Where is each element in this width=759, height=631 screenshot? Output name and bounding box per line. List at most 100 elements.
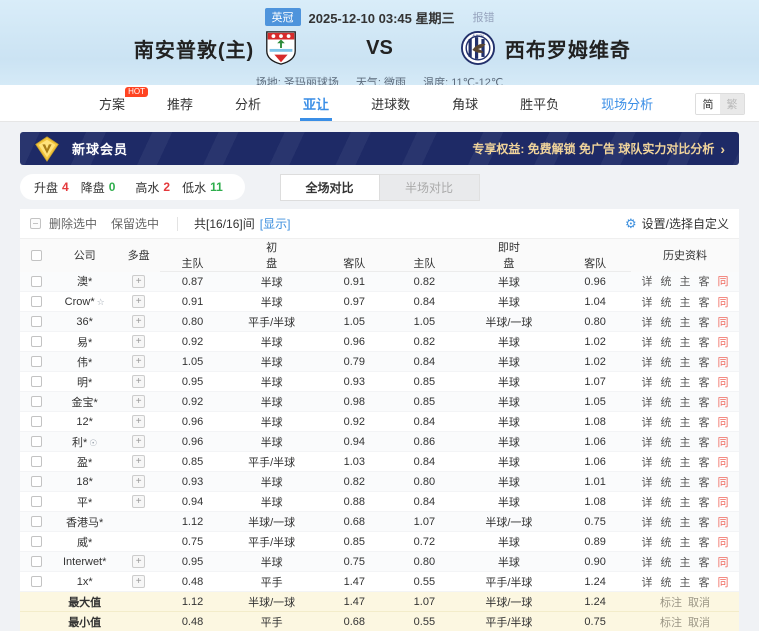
company-name[interactable]: 明* <box>77 377 92 389</box>
history-link-3[interactable]: 客 <box>699 357 710 369</box>
history-link-0[interactable]: 详 <box>642 577 653 589</box>
history-link-4[interactable]: 同 <box>718 577 729 589</box>
history-link-2[interactable]: 主 <box>680 557 691 569</box>
history-link-0[interactable]: 详 <box>642 517 653 529</box>
history-link-4[interactable]: 同 <box>718 437 729 449</box>
row-checkbox[interactable] <box>31 556 42 567</box>
history-link-2[interactable]: 主 <box>680 457 691 469</box>
history-link-3[interactable]: 客 <box>699 557 710 569</box>
history-link-2[interactable]: 主 <box>680 317 691 329</box>
history-link-2[interactable]: 主 <box>680 357 691 369</box>
expand-multi-button[interactable]: + <box>132 355 145 368</box>
report-error-link[interactable]: 报错 <box>472 9 494 25</box>
history-link-2[interactable]: 主 <box>680 517 691 529</box>
history-link-4[interactable]: 同 <box>718 477 729 489</box>
history-link-0[interactable]: 详 <box>642 397 653 409</box>
summary-action-0[interactable]: 标注 <box>660 597 682 609</box>
history-link-1[interactable]: 统 <box>661 417 672 429</box>
company-name[interactable]: 18* <box>76 476 93 488</box>
nav-item-推荐[interactable]: 推荐 <box>146 85 214 121</box>
history-link-3[interactable]: 客 <box>699 457 710 469</box>
history-link-3[interactable]: 客 <box>699 397 710 409</box>
history-link-3[interactable]: 客 <box>699 517 710 529</box>
nav-item-现场分析[interactable]: 现场分析 <box>580 85 674 121</box>
history-link-0[interactable]: 详 <box>642 457 653 469</box>
history-link-3[interactable]: 客 <box>699 317 710 329</box>
expand-multi-button[interactable]: + <box>132 495 145 508</box>
history-link-1[interactable]: 统 <box>661 297 672 309</box>
history-link-2[interactable]: 主 <box>680 417 691 429</box>
keep-selected-button[interactable]: 保留选中 <box>111 215 159 232</box>
history-link-4[interactable]: 同 <box>718 457 729 469</box>
history-link-0[interactable]: 详 <box>642 477 653 489</box>
row-checkbox[interactable] <box>31 496 42 507</box>
expand-multi-button[interactable]: + <box>132 415 145 428</box>
nav-item-角球[interactable]: 角球 <box>431 85 499 121</box>
history-link-0[interactable]: 详 <box>642 417 653 429</box>
history-link-3[interactable]: 客 <box>699 276 710 288</box>
history-link-3[interactable]: 客 <box>699 577 710 589</box>
row-checkbox[interactable] <box>31 316 42 327</box>
history-link-0[interactable]: 详 <box>642 297 653 309</box>
summary-action-0[interactable]: 标注 <box>660 617 682 629</box>
history-link-2[interactable]: 主 <box>680 276 691 288</box>
history-link-4[interactable]: 同 <box>718 417 729 429</box>
history-link-4[interactable]: 同 <box>718 497 729 509</box>
history-link-4[interactable]: 同 <box>718 517 729 529</box>
history-link-1[interactable]: 统 <box>661 397 672 409</box>
row-checkbox[interactable] <box>31 336 42 347</box>
history-link-1[interactable]: 统 <box>661 517 672 529</box>
expand-multi-button[interactable]: + <box>132 455 145 468</box>
tab-full-match[interactable]: 全场对比 <box>280 174 380 201</box>
lang-traditional-button[interactable]: 繁 <box>720 94 744 114</box>
league-badge[interactable]: 英冠 <box>265 8 301 26</box>
history-link-1[interactable]: 统 <box>661 537 672 549</box>
history-link-1[interactable]: 统 <box>661 497 672 509</box>
company-name[interactable]: 伟* <box>77 357 92 369</box>
history-link-3[interactable]: 客 <box>699 537 710 549</box>
row-checkbox[interactable] <box>31 416 42 427</box>
history-link-1[interactable]: 统 <box>661 557 672 569</box>
nav-item-胜平负[interactable]: 胜平负 <box>499 85 580 121</box>
expand-multi-button[interactable]: + <box>132 315 145 328</box>
history-link-0[interactable]: 详 <box>642 557 653 569</box>
row-checkbox[interactable] <box>31 476 42 487</box>
settings-button[interactable]: ⚙ 设置/选择自定义 <box>625 215 729 232</box>
delete-selected-button[interactable]: 删除选中 <box>49 215 97 232</box>
summary-action-1[interactable]: 取消 <box>688 617 710 629</box>
history-link-2[interactable]: 主 <box>680 337 691 349</box>
history-link-2[interactable]: 主 <box>680 537 691 549</box>
row-checkbox[interactable] <box>31 456 42 467</box>
tab-half-match[interactable]: 半场对比 <box>380 174 480 201</box>
history-link-4[interactable]: 同 <box>718 397 729 409</box>
history-link-0[interactable]: 详 <box>642 276 653 288</box>
expand-multi-button[interactable]: + <box>132 335 145 348</box>
history-link-3[interactable]: 客 <box>699 497 710 509</box>
vip-banner[interactable]: 新球会员 专享权益: 免费解锁 免广告 球队实力对比分析 › <box>20 132 739 165</box>
history-link-2[interactable]: 主 <box>680 377 691 389</box>
expand-multi-button[interactable]: + <box>132 375 145 388</box>
company-name[interactable]: 盈* <box>77 457 92 469</box>
row-checkbox[interactable] <box>31 516 42 527</box>
history-link-0[interactable]: 详 <box>642 497 653 509</box>
history-link-4[interactable]: 同 <box>718 357 729 369</box>
vip-benefits-link[interactable]: 专享权益: 免费解锁 免广告 球队实力对比分析 › <box>472 140 725 157</box>
history-link-1[interactable]: 统 <box>661 317 672 329</box>
row-checkbox[interactable] <box>31 276 42 287</box>
history-link-3[interactable]: 客 <box>699 297 710 309</box>
row-checkbox[interactable] <box>31 396 42 407</box>
history-link-2[interactable]: 主 <box>680 397 691 409</box>
expand-multi-button[interactable]: + <box>132 395 145 408</box>
history-link-3[interactable]: 客 <box>699 377 710 389</box>
company-name[interactable]: 利* <box>72 437 87 449</box>
history-link-4[interactable]: 同 <box>718 317 729 329</box>
expand-multi-button[interactable]: + <box>132 435 145 448</box>
history-link-4[interactable]: 同 <box>718 276 729 288</box>
company-name[interactable]: 1x* <box>77 576 93 588</box>
history-link-3[interactable]: 客 <box>699 477 710 489</box>
history-link-0[interactable]: 详 <box>642 537 653 549</box>
history-link-3[interactable]: 客 <box>699 417 710 429</box>
history-link-0[interactable]: 详 <box>642 357 653 369</box>
row-checkbox[interactable] <box>31 356 42 367</box>
row-checkbox[interactable] <box>31 376 42 387</box>
